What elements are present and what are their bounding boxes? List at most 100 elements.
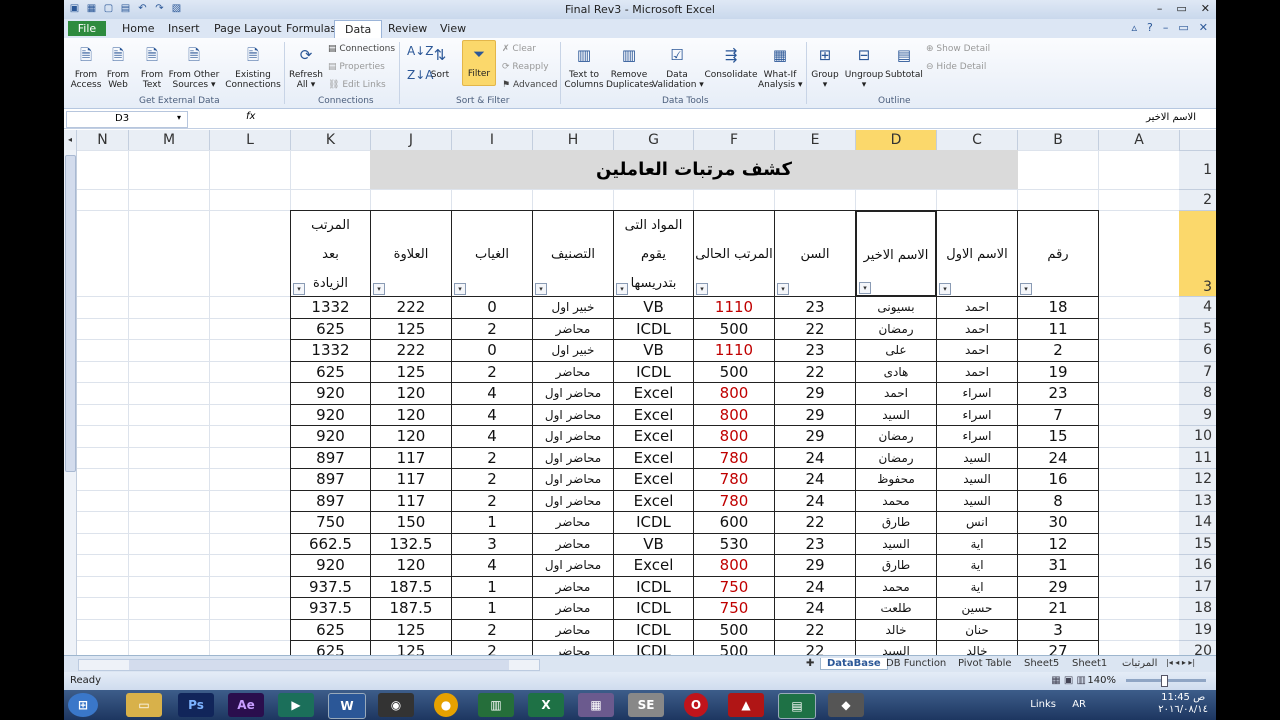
- table-cell[interactable]: 222: [370, 296, 452, 319]
- table-cell[interactable]: 125: [370, 618, 452, 641]
- row-header-10[interactable]: 10: [1179, 425, 1216, 447]
- table-cell[interactable]: محاضر: [532, 532, 614, 555]
- table-cell[interactable]: 2: [451, 640, 533, 655]
- view-buttons-icon[interactable]: ▦ ▣ ▥: [1051, 675, 1086, 686]
- filter-dropdown-icon[interactable]: ▾: [373, 283, 385, 295]
- row-header-12[interactable]: 12: [1179, 468, 1216, 490]
- hide-detail-button[interactable]: ⊖ Hide Detail: [926, 62, 986, 72]
- table-cell[interactable]: حسين: [936, 597, 1018, 620]
- row-header-6[interactable]: 6: [1179, 339, 1216, 361]
- start-button-icon[interactable]: ⊞: [68, 693, 98, 717]
- table-cell[interactable]: 500: [693, 317, 775, 340]
- table-cell[interactable]: احمد: [936, 339, 1018, 362]
- row-header-11[interactable]: 11: [1179, 446, 1216, 468]
- table-cell[interactable]: 1110: [693, 339, 775, 362]
- table-cell[interactable]: 23: [774, 339, 856, 362]
- table-cell[interactable]: 19: [1017, 360, 1099, 383]
- reapply-button[interactable]: ⟳ Reapply: [502, 62, 549, 72]
- table-cell[interactable]: 120: [370, 382, 452, 405]
- table-cell[interactable]: محاضر: [532, 597, 614, 620]
- tab-formulas[interactable]: Formulas: [286, 22, 336, 35]
- table-cell[interactable]: 24: [1017, 446, 1099, 469]
- table-cell[interactable]: 24: [774, 597, 856, 620]
- table-cell[interactable]: 22: [774, 511, 856, 534]
- table-cell[interactable]: اية: [936, 532, 1018, 555]
- chrome-icon[interactable]: ●: [434, 693, 458, 717]
- table-cell[interactable]: ICDL: [613, 511, 694, 534]
- table-cell[interactable]: Excel: [613, 382, 694, 405]
- table-cell[interactable]: 117: [370, 489, 452, 512]
- insert-function-icon[interactable]: fx: [246, 111, 255, 122]
- row-header-8[interactable]: 8: [1179, 382, 1216, 404]
- table-cell[interactable]: احمد: [855, 382, 937, 405]
- filter-dropdown-icon[interactable]: ▾: [859, 282, 871, 294]
- table-cell[interactable]: محاضر: [532, 317, 614, 340]
- row-header-1[interactable]: 1: [1179, 150, 1216, 189]
- table-cell[interactable]: ICDL: [613, 360, 694, 383]
- table-cell[interactable]: 625: [290, 640, 371, 655]
- filter-dropdown-icon[interactable]: ▾: [454, 283, 466, 295]
- table-cell[interactable]: خبير اول: [532, 339, 614, 362]
- table-cell[interactable]: محاضر اول: [532, 489, 614, 512]
- show-detail-button[interactable]: ⊕ Show Detail: [926, 44, 990, 54]
- video-player-icon[interactable]: ◉: [378, 693, 414, 717]
- sheet-tab-sheet5[interactable]: Sheet5: [1024, 658, 1059, 669]
- table-cell[interactable]: 29: [774, 403, 856, 426]
- column-header-k[interactable]: K: [290, 130, 370, 150]
- table-cell[interactable]: 1: [451, 597, 533, 620]
- table-cell[interactable]: Excel: [613, 425, 694, 448]
- advanced-filter-button[interactable]: ⚑ Advanced: [502, 80, 557, 90]
- row-header-17[interactable]: 17: [1179, 575, 1216, 597]
- column-header-g[interactable]: G: [613, 130, 693, 150]
- worksheet-grid[interactable]: كشف مرتبات العاملين المرتب بعد الزيادة ▾ الع…: [64, 150, 1216, 655]
- sheet-tab-salaries[interactable]: المرتبات: [1122, 658, 1157, 669]
- table-cell[interactable]: 0: [451, 339, 533, 362]
- table-cell[interactable]: 920: [290, 382, 371, 405]
- existing-connections-button[interactable]: 🗎 Existing Connections: [224, 42, 282, 90]
- table-cell[interactable]: طارق: [855, 511, 937, 534]
- table-cell[interactable]: 24: [774, 468, 856, 491]
- group-button[interactable]: ⊞ Group ▾: [808, 42, 842, 90]
- table-cell[interactable]: 897: [290, 446, 371, 469]
- table-cell[interactable]: ICDL: [613, 640, 694, 655]
- table-cell[interactable]: Excel: [613, 446, 694, 469]
- table-cell[interactable]: رمضان: [855, 446, 937, 469]
- table-cell[interactable]: 117: [370, 468, 452, 491]
- table-cell[interactable]: 22: [774, 317, 856, 340]
- text-to-columns-button[interactable]: ▥ Text to Columns: [564, 42, 604, 90]
- row-header-13[interactable]: 13: [1179, 489, 1216, 511]
- filter-dropdown-icon[interactable]: ▾: [777, 283, 789, 295]
- vertical-scrollbar[interactable]: [64, 150, 77, 655]
- table-cell[interactable]: محاضر اول: [532, 425, 614, 448]
- column-header-c[interactable]: C: [936, 130, 1017, 150]
- header-cell-k[interactable]: المرتب بعد الزيادة ▾: [290, 210, 371, 297]
- table-cell[interactable]: 800: [693, 403, 775, 426]
- table-cell[interactable]: محاضر: [532, 511, 614, 534]
- table-cell[interactable]: خالد: [936, 640, 1018, 655]
- table-cell[interactable]: 2: [451, 468, 533, 491]
- table-cell[interactable]: 3: [451, 532, 533, 555]
- table-cell[interactable]: Excel: [613, 489, 694, 512]
- row-header-20[interactable]: 20: [1179, 640, 1216, 655]
- table-cell[interactable]: 750: [693, 597, 775, 620]
- tab-home[interactable]: Home: [122, 22, 154, 35]
- table-cell[interactable]: 750: [290, 511, 371, 534]
- minimize-ribbon-icon[interactable]: ▵: [1132, 21, 1138, 34]
- table-cell[interactable]: السيد: [936, 446, 1018, 469]
- table-cell[interactable]: 920: [290, 554, 371, 577]
- table-cell[interactable]: السيد: [855, 403, 937, 426]
- table-cell[interactable]: محفوظ: [855, 468, 937, 491]
- header-cell-j[interactable]: العلاوة ▾: [370, 210, 452, 297]
- row-header-15[interactable]: 15: [1179, 532, 1216, 554]
- table-cell[interactable]: 125: [370, 317, 452, 340]
- table-cell[interactable]: 120: [370, 425, 452, 448]
- table-cell[interactable]: بسيونى: [855, 296, 937, 319]
- table-cell[interactable]: 920: [290, 425, 371, 448]
- header-cell-h[interactable]: التصنيف ▾: [532, 210, 614, 297]
- table-cell[interactable]: 4: [451, 403, 533, 426]
- table-cell[interactable]: 1: [451, 575, 533, 598]
- app-icon[interactable]: ▶: [278, 693, 314, 717]
- table-cell[interactable]: ICDL: [613, 618, 694, 641]
- table-cell[interactable]: السيد: [936, 468, 1018, 491]
- table-cell[interactable]: 31: [1017, 554, 1099, 577]
